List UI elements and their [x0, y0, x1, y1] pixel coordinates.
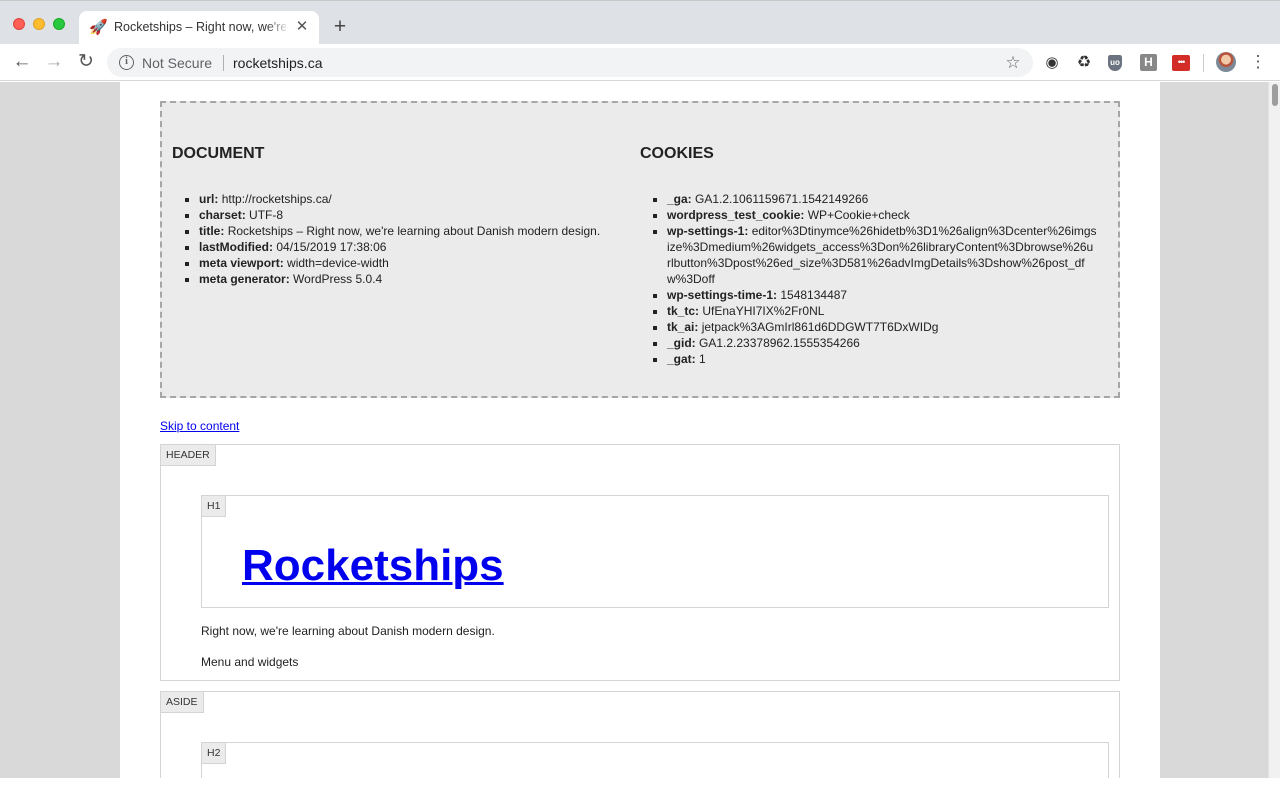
h1-outline: H1 Rocketships [201, 495, 1109, 608]
debug-list-item: url: http://rocketships.ca/ [199, 191, 629, 207]
debug-list-item: wp-settings-1: editor%3Dtinymce%26hidetb… [667, 223, 1097, 287]
debug-list-item: _gat: 1 [667, 351, 1097, 367]
debug-item-key: title: [199, 224, 225, 238]
debug-list-item: tk_ai: jetpack%3AGmIrl861d6DDGWT7T6DxWID… [667, 319, 1097, 335]
cookies-heading: COOKIES [640, 145, 714, 162]
debug-item-key: wp-settings-time-1: [667, 288, 778, 302]
page-content: DOCUMENT url: http://rocketships.ca/char… [120, 82, 1160, 778]
debug-item-key: tk_tc: [667, 304, 700, 318]
h2-tag-label: H2 [202, 743, 227, 764]
debug-item-value: width=device-width [287, 256, 389, 270]
debug-list-item: _ga: GA1.2.1061159671.1542149266 [667, 191, 1097, 207]
debug-list-item: wordpress_test_cookie: WP+Cookie+check [667, 207, 1097, 223]
browser-tab[interactable]: 🚀 Rocketships – Right now, we're learnin… [79, 11, 319, 45]
security-label[interactable]: Not Secure [142, 55, 212, 71]
back-arrow-icon[interactable]: ← [11, 51, 33, 73]
close-window-button[interactable] [13, 18, 25, 30]
browser-toolbar: ← → ↻ i Not Secure rocketships.ca ☆ ◉ ♻ … [0, 44, 1280, 81]
debug-item-value: WP+Cookie+check [807, 208, 910, 222]
rocket-icon: 🚀 [89, 19, 108, 36]
debug-item-value: Rocketships – Right now, we're learning … [227, 224, 601, 238]
shield-extension-icon[interactable]: uo [1108, 55, 1122, 71]
debug-item-value: 1 [699, 352, 706, 366]
debug-item-key: _gid: [667, 336, 696, 350]
profile-avatar[interactable] [1216, 52, 1236, 72]
new-tab-button[interactable]: + [329, 16, 351, 38]
debug-item-value: http://rocketships.ca/ [221, 192, 332, 206]
h1-tag-label: H1 [202, 496, 227, 517]
debug-item-key: tk_ai: [667, 320, 699, 334]
tab-bar: 🚀 Rocketships – Right now, we're learnin… [0, 0, 1280, 45]
debug-item-value: 1548134487 [780, 288, 848, 302]
debug-item-key: lastModified: [199, 240, 273, 254]
debug-item-value: jetpack%3AGmIrl861d6DDGWT7T6DxWIDg [701, 320, 939, 334]
url-text[interactable]: rocketships.ca [233, 55, 322, 71]
bookmark-star-icon[interactable]: ☆ [1003, 53, 1023, 73]
debug-item-key: meta viewport: [199, 256, 284, 270]
vertical-scrollbar[interactable] [1268, 82, 1280, 778]
debug-item-key: wordpress_test_cookie: [667, 208, 805, 222]
document-list: url: http://rocketships.ca/charset: UTF-… [199, 191, 629, 287]
debug-list-item: title: Rocketships – Right now, we're le… [199, 223, 629, 239]
minimize-window-button[interactable] [33, 18, 45, 30]
menu-widgets-toggle[interactable]: Menu and widgets [201, 655, 298, 669]
h-extension-icon[interactable]: H [1140, 54, 1157, 71]
debug-item-key: url: [199, 192, 219, 206]
debug-list-item: lastModified: 04/15/2019 17:38:06 [199, 239, 629, 255]
debug-item-key: wp-settings-1: [667, 224, 749, 238]
debug-item-value: GA1.2.1061159671.1542149266 [695, 192, 869, 206]
debug-list-item: meta viewport: width=device-width [199, 255, 629, 271]
debug-item-value: 04/15/2019 17:38:06 [276, 240, 387, 254]
scrollbar-thumb[interactable] [1272, 84, 1278, 106]
debug-item-key: meta generator: [199, 272, 290, 286]
debug-item-value: WordPress 5.0.4 [293, 272, 383, 286]
document-heading: DOCUMENT [172, 145, 265, 162]
reload-icon[interactable]: ↻ [75, 51, 97, 73]
debug-list-item: tk_tc: UfEnaYHI7IX%2Fr0NL [667, 303, 1097, 319]
aside-outline: ASIDE H2 [160, 691, 1120, 778]
debug-info-panel: DOCUMENT url: http://rocketships.ca/char… [160, 101, 1120, 398]
info-icon[interactable]: i [119, 55, 134, 70]
debug-list-item: _gid: GA1.2.23378962.1555354266 [667, 335, 1097, 351]
debug-item-value: GA1.2.23378962.1555354266 [699, 336, 860, 350]
debug-item-key: _gat: [667, 352, 696, 366]
h2-outline: H2 [201, 742, 1109, 778]
cookies-list: _ga: GA1.2.1061159671.1542149266wordpres… [667, 191, 1097, 367]
debug-item-value: UfEnaYHI7IX%2Fr0NL [702, 304, 825, 318]
debug-list-item: wp-settings-time-1: 1548134487 [667, 287, 1097, 303]
tab-title-fade [266, 17, 290, 39]
toolbar-divider [1203, 54, 1204, 72]
page-viewport: DOCUMENT url: http://rocketships.ca/char… [0, 82, 1268, 778]
site-title-link[interactable]: Rocketships [242, 540, 504, 592]
debug-item-key: _ga: [667, 192, 692, 206]
header-outline: HEADER H1 Rocketships Right now, we're l… [160, 444, 1120, 681]
lastpass-extension-icon[interactable]: ••• [1172, 55, 1190, 71]
more-menu-icon[interactable]: ⋮ [1249, 51, 1267, 73]
debug-list-item: charset: UTF-8 [199, 207, 629, 223]
debug-list-item: meta generator: WordPress 5.0.4 [199, 271, 629, 287]
site-tagline: Right now, we're learning about Danish m… [201, 624, 495, 638]
recycle-extension-icon[interactable]: ♻ [1075, 54, 1093, 72]
debug-item-value: UTF-8 [249, 208, 284, 222]
eye-extension-icon[interactable]: ◉ [1043, 54, 1061, 72]
maximize-window-button[interactable] [53, 18, 65, 30]
tab-title: Rocketships – Right now, we're learning … [114, 20, 286, 34]
aside-tag-label: ASIDE [161, 692, 204, 713]
address-bar[interactable]: i Not Secure rocketships.ca ☆ [107, 48, 1033, 77]
address-divider [223, 55, 224, 71]
debug-item-key: charset: [199, 208, 246, 222]
header-tag-label: HEADER [161, 445, 216, 466]
skip-to-content-link[interactable]: Skip to content [160, 419, 239, 433]
forward-arrow-icon[interactable]: → [43, 51, 65, 73]
close-tab-icon[interactable]: ✕ [293, 18, 311, 36]
